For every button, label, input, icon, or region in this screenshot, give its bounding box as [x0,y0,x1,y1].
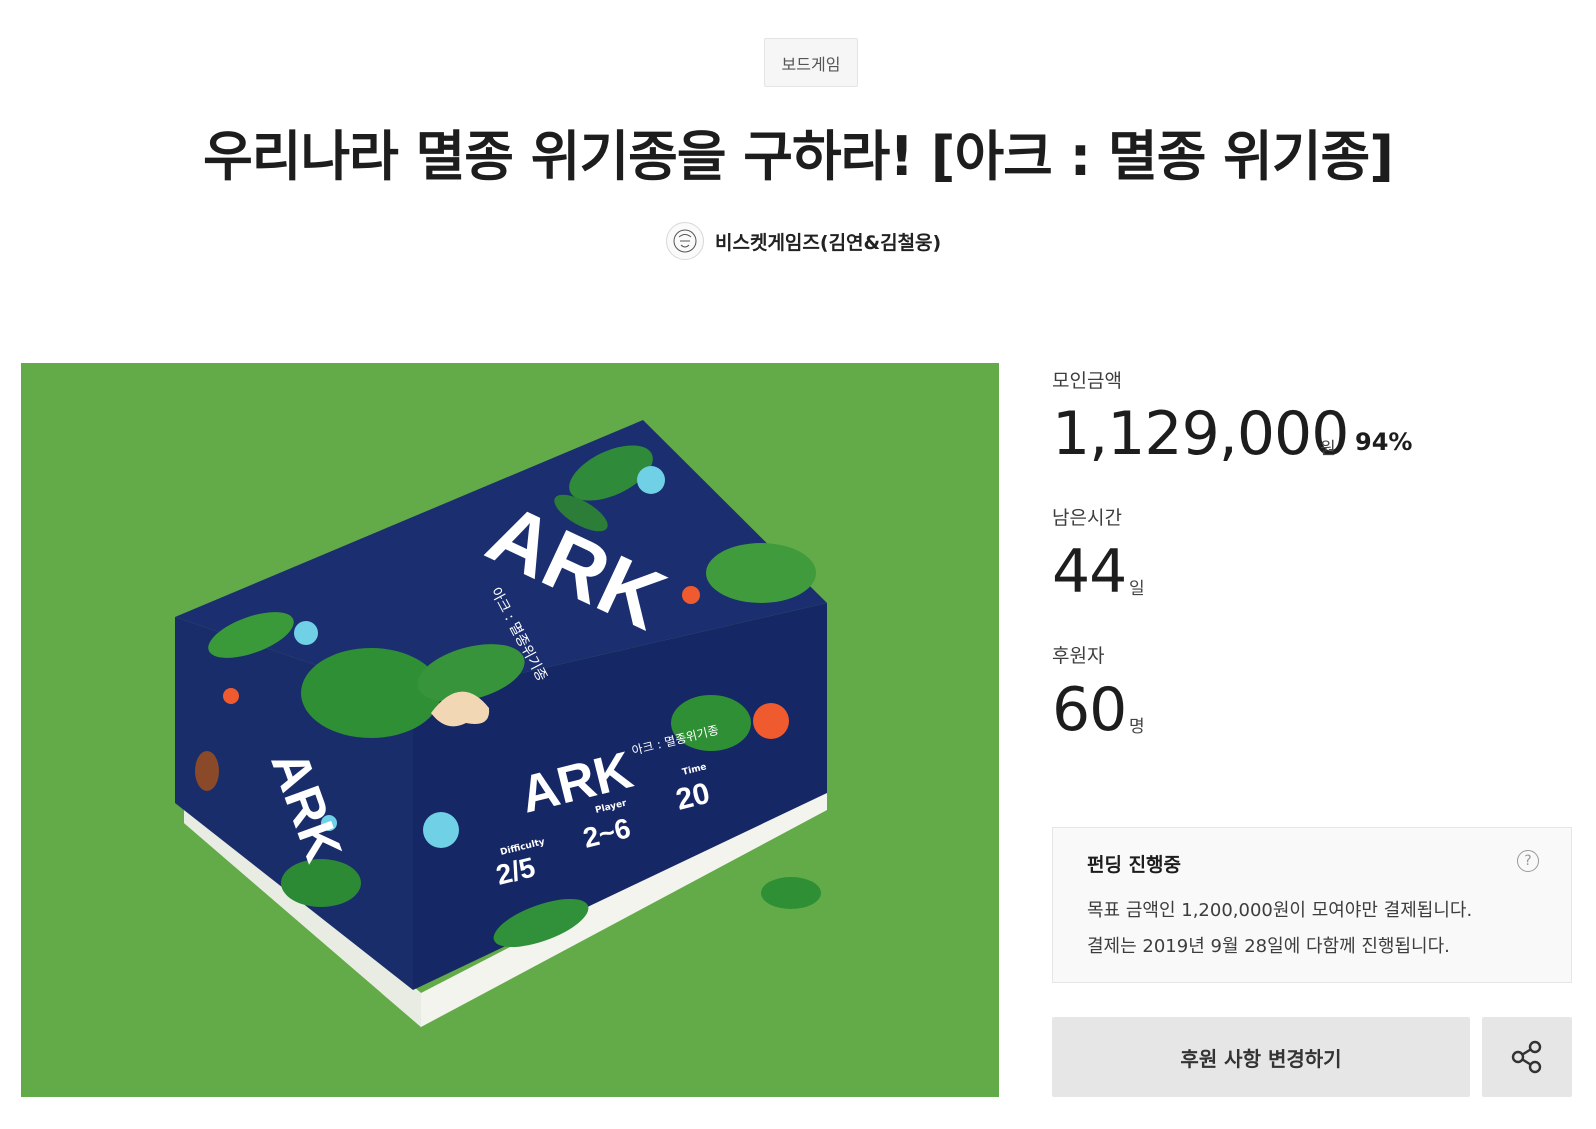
raised-percent: 94% [1355,428,1413,456]
funding-goal-text: 목표 금액인 1,200,000원이 모여야만 결제됩니다. [1087,900,1473,921]
help-icon[interactable]: ? [1517,850,1539,872]
creator-avatar [666,222,704,260]
change-pledge-button[interactable]: 후원 사항 변경하기 [1052,1017,1470,1097]
share-button[interactable] [1482,1017,1572,1097]
category-tag[interactable]: 보드게임 [764,38,858,87]
backers-unit: 명 [1129,717,1145,737]
backers-value: 60 [1052,675,1127,745]
creator-link[interactable]: 비스켓게임즈(김연&김철웅) [666,221,941,261]
funding-status-title: 펀딩 진행중 [1087,854,1182,876]
time-left-label: 남은시간 [1052,507,1122,529]
project-hero-image: ARK 아크 : 멸종위기종 ARK 아크 : 멸종위기종 Difficulty… [21,363,999,1097]
raised-unit: 원 [1320,439,1336,459]
time-left-unit: 일 [1129,579,1145,599]
creator-name[interactable]: 비스켓게임즈(김연&김철웅) [715,228,941,255]
funding-status-box: 펀딩 진행중 ? 목표 금액인 1,200,000원이 모여야만 결제됩니다. … [1052,827,1572,983]
board-game-box-image: ARK 아크 : 멸종위기종 ARK 아크 : 멸종위기종 Difficulty… [21,363,999,1097]
raised-value: 1,129,000 [1052,399,1349,469]
page-title: 우리나라 멸종 위기종을 구하라! [아크 : 멸종 위기종] [203,125,1394,188]
share-icon [1511,1040,1542,1074]
backers-label: 후원자 [1052,645,1105,667]
time-left-value: 44 [1052,537,1127,607]
creator-logo-icon [673,229,697,253]
funding-payment-text: 결제는 2019년 9월 28일에 다함께 진행됩니다. [1087,936,1450,957]
raised-label: 모인금액 [1052,370,1122,392]
